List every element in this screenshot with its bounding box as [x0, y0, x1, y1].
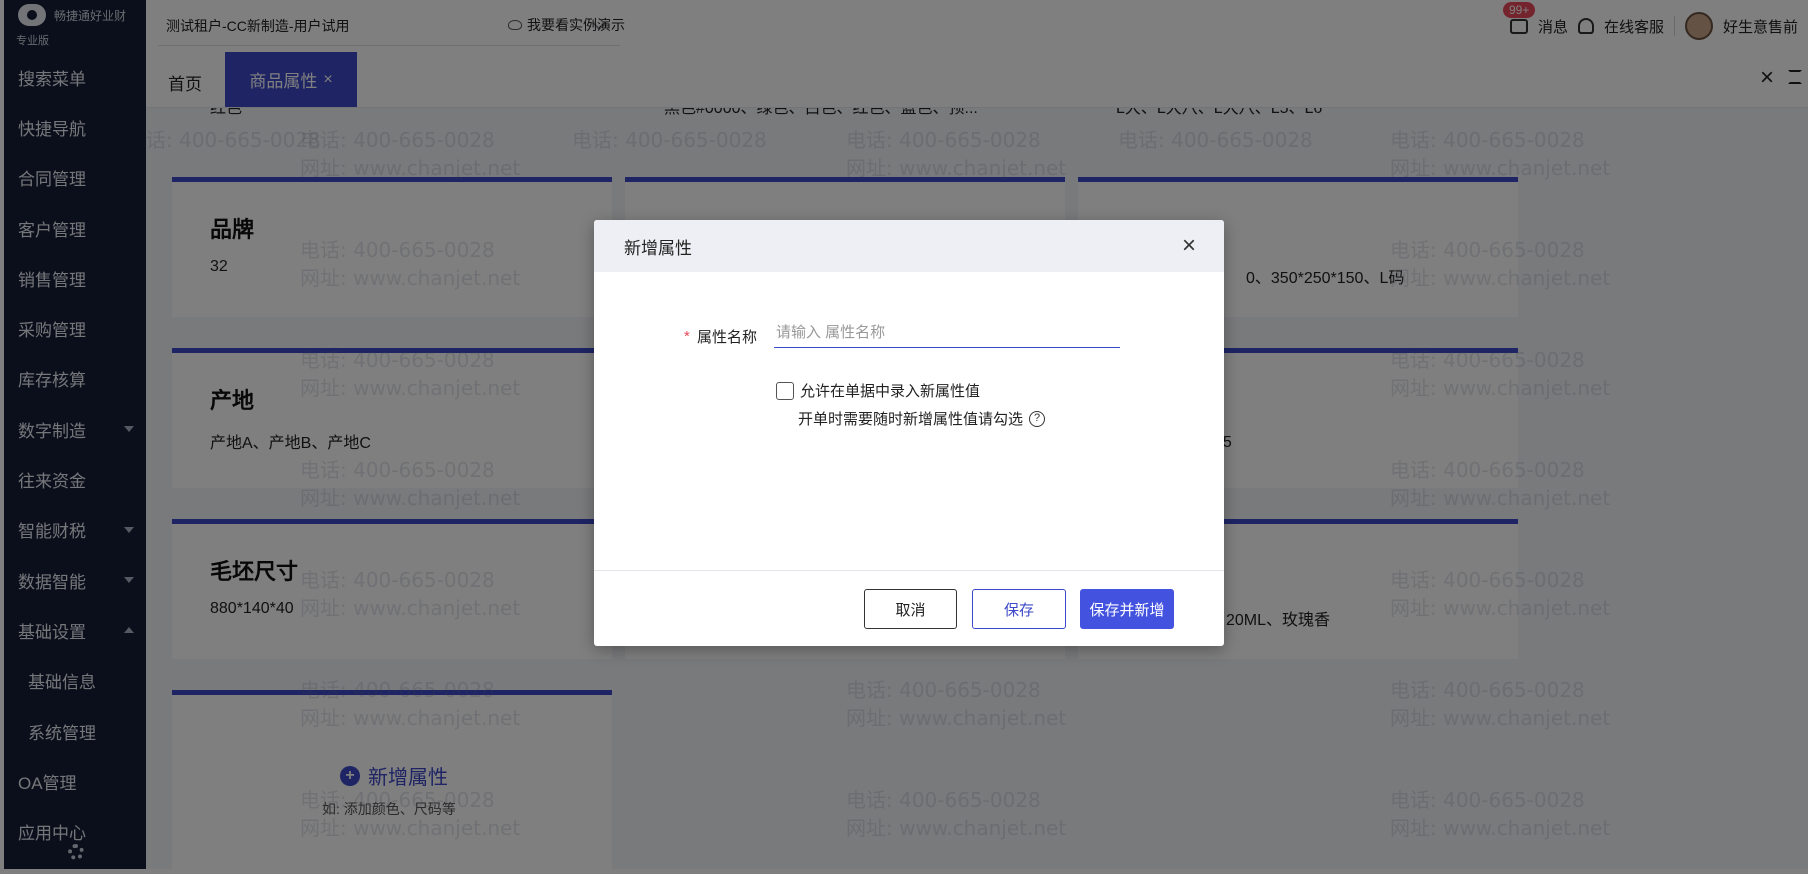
attribute-name-label: 属性名称 [697, 329, 758, 346]
allow-new-values-checkbox[interactable] [776, 381, 794, 400]
close-icon[interactable]: × [1182, 232, 1196, 260]
dialog-header: 新增属性 × [594, 220, 1224, 272]
app-root: 畅捷通好业财 专业版 搜索菜单 快捷导航 合同管理 客户管理 销售管理 采购管理… [0, 0, 1808, 874]
divider [594, 570, 1224, 571]
help-icon[interactable]: ? [1029, 410, 1046, 427]
required-mark: * [684, 328, 690, 345]
attribute-name-input[interactable] [774, 318, 1120, 348]
cancel-button[interactable]: 取消 [864, 589, 957, 629]
save-and-new-button[interactable]: 保存并新增 [1080, 589, 1174, 629]
add-attribute-dialog: 新增属性 × * 属性名称 允许在单据中录入新属性值 开单时需要随时新增属性值请… [594, 220, 1224, 646]
allow-new-values-row[interactable]: 允许在单据中录入新属性值 [776, 380, 980, 401]
allow-new-values-hint-text: 开单时需要随时新增属性值请勾选 [798, 411, 1024, 428]
save-button[interactable]: 保存 [972, 589, 1066, 629]
allow-new-values-hint: 开单时需要随时新增属性值请勾选 ? [798, 408, 1046, 429]
allow-new-values-label: 允许在单据中录入新属性值 [800, 383, 981, 400]
attribute-name-row: * 属性名称 [594, 318, 1224, 352]
dialog-title: 新增属性 [624, 238, 692, 258]
